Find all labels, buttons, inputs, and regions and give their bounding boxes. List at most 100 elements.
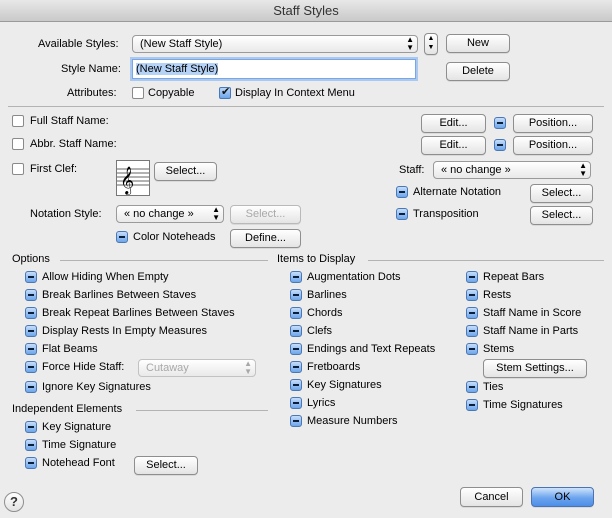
key-signatures-checkbox[interactable] [290, 379, 302, 391]
alternate-notation-select-button[interactable]: Select... [530, 184, 593, 203]
flat-beams-checkbox[interactable] [25, 343, 37, 355]
allow-hiding-label: Allow Hiding When Empty [42, 271, 169, 283]
style-name-label: Style Name: [61, 63, 121, 75]
available-styles-value: (New Staff Style) [140, 38, 223, 50]
key-signature-checkbox[interactable] [25, 421, 37, 433]
display-in-context-menu-label: Display In Context Menu [235, 87, 355, 99]
options-heading: Options [12, 253, 50, 265]
break-barlines-checkbox[interactable] [25, 289, 37, 301]
fretboards-checkbox[interactable] [290, 361, 302, 373]
augmentation-dots-label: Augmentation Dots [307, 271, 401, 283]
endings-text-repeats-checkbox[interactable] [290, 343, 302, 355]
stems-label: Stems [483, 343, 515, 355]
key-signature-label: Key Signature [42, 421, 112, 433]
copyable-label: Copyable [148, 87, 195, 99]
divider [368, 260, 604, 261]
cancel-button[interactable]: Cancel [460, 487, 523, 507]
ignore-key-signatures-label: Ignore Key Signatures [42, 381, 151, 393]
stem-settings-button[interactable]: Stem Settings... [483, 359, 587, 378]
repeat-bars-checkbox[interactable] [466, 271, 478, 283]
staff-select[interactable]: « no change » ▲ ▼ [433, 161, 591, 179]
notation-style-select[interactable]: « no change » ▲ ▼ [116, 205, 224, 223]
abbr-staff-name-label: Abbr. Staff Name: [30, 138, 117, 150]
endings-text-repeats-label: Endings and Text Repeats [307, 343, 436, 355]
ignore-key-signatures-checkbox[interactable] [25, 381, 37, 393]
lyrics-checkbox[interactable] [290, 397, 302, 409]
abbr-staff-position-button[interactable]: Position... [513, 136, 593, 155]
break-repeat-barlines-checkbox[interactable] [25, 307, 37, 319]
style-name-value: (New Staff Style) [136, 63, 219, 75]
first-clef-checkbox[interactable] [12, 163, 24, 175]
updown-arrows-icon: ▲ ▼ [244, 359, 252, 376]
ties-checkbox[interactable] [466, 381, 478, 393]
rests-checkbox[interactable] [466, 289, 478, 301]
full-staff-position-button[interactable]: Position... [513, 114, 593, 133]
help-icon[interactable]: ? [4, 492, 24, 512]
measure-numbers-label: Measure Numbers [307, 415, 398, 427]
staff-name-in-score-checkbox[interactable] [466, 307, 478, 319]
notation-style-label: Notation Style: [30, 208, 102, 220]
key-signatures-label: Key Signatures [307, 379, 382, 391]
divider [60, 260, 268, 261]
chords-checkbox[interactable] [290, 307, 302, 319]
color-noteheads-label: Color Noteheads [133, 231, 216, 243]
abbr-staff-edit-button[interactable]: Edit... [421, 136, 486, 155]
barlines-label: Barlines [307, 289, 347, 301]
stems-checkbox[interactable] [466, 343, 478, 355]
alternate-notation-label: Alternate Notation [413, 186, 502, 198]
transposition-select-button[interactable]: Select... [530, 206, 593, 225]
updown-arrows-icon: ▲ ▼ [212, 205, 220, 222]
transposition-label: Transposition [413, 208, 479, 220]
abbr-staff-name-checkbox[interactable] [12, 138, 24, 150]
full-staff-position-checkbox[interactable] [494, 117, 506, 129]
time-signatures-checkbox[interactable] [466, 399, 478, 411]
force-hide-staff-select[interactable]: Cutaway ▲ ▼ [138, 359, 256, 377]
notehead-font-label: Notehead Font [42, 457, 115, 469]
available-styles-select[interactable]: (New Staff Style) ▲ ▼ [132, 35, 418, 53]
delete-button[interactable]: Delete [446, 62, 510, 81]
updown-arrows-icon: ▲ ▼ [579, 161, 587, 178]
style-stepper[interactable]: ▲ ▼ [424, 33, 438, 55]
break-barlines-label: Break Barlines Between Staves [42, 289, 197, 301]
force-hide-staff-label: Force Hide Staff: [42, 361, 125, 373]
staff-value: « no change » [441, 164, 511, 176]
style-name-field[interactable]: (New Staff Style) [132, 59, 416, 79]
force-hide-staff-checkbox[interactable] [25, 361, 37, 373]
items-to-display-heading: Items to Display [277, 253, 356, 265]
notation-style-select-button[interactable]: Select... [230, 205, 301, 224]
first-clef-select-button[interactable]: Select... [154, 162, 217, 181]
augmentation-dots-checkbox[interactable] [290, 271, 302, 283]
measure-numbers-checkbox[interactable] [290, 415, 302, 427]
notehead-font-checkbox[interactable] [25, 457, 37, 469]
display-rests-label: Display Rests In Empty Measures [42, 325, 208, 337]
clefs-checkbox[interactable] [290, 325, 302, 337]
full-staff-edit-button[interactable]: Edit... [421, 114, 486, 133]
copyable-checkbox[interactable] [132, 87, 144, 99]
svg-text:𝄞: 𝄞 [120, 166, 134, 195]
attributes-label: Attributes: [67, 87, 117, 99]
rests-label: Rests [483, 289, 512, 301]
color-noteheads-define-button[interactable]: Define... [230, 229, 301, 248]
new-button[interactable]: New [446, 34, 510, 53]
transposition-checkbox[interactable] [396, 208, 408, 220]
first-clef-label: First Clef: [30, 163, 78, 175]
repeat-bars-label: Repeat Bars [483, 271, 545, 283]
notehead-font-select-button[interactable]: Select... [134, 456, 198, 475]
available-styles-label: Available Styles: [38, 38, 119, 50]
display-in-context-menu-checkbox[interactable] [219, 85, 231, 99]
time-signature-label: Time Signature [42, 439, 117, 451]
staff-label: Staff: [399, 164, 425, 176]
divider [136, 410, 268, 411]
color-noteheads-checkbox[interactable] [116, 231, 128, 243]
time-signature-checkbox[interactable] [25, 439, 37, 451]
display-rests-checkbox[interactable] [25, 325, 37, 337]
ok-button[interactable]: OK [531, 487, 594, 507]
allow-hiding-checkbox[interactable] [25, 271, 37, 283]
alternate-notation-checkbox[interactable] [396, 186, 408, 198]
staff-name-in-score-label: Staff Name in Score [483, 307, 582, 319]
abbr-staff-position-checkbox[interactable] [494, 139, 506, 151]
barlines-checkbox[interactable] [290, 289, 302, 301]
full-staff-name-checkbox[interactable] [12, 115, 24, 127]
lyrics-label: Lyrics [307, 397, 336, 409]
staff-name-in-parts-checkbox[interactable] [466, 325, 478, 337]
